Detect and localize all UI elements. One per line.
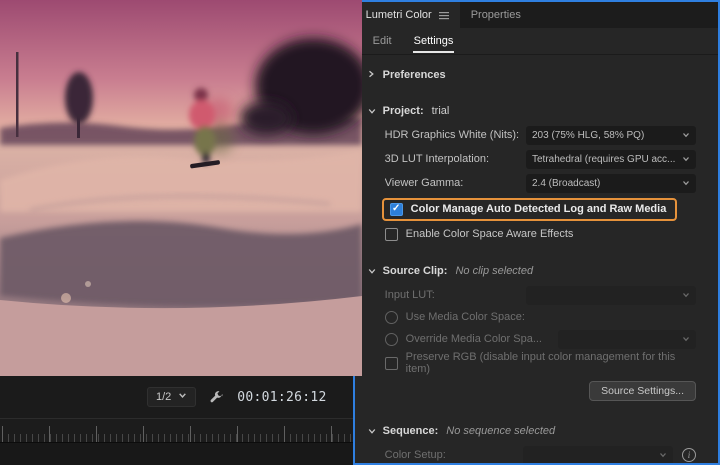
color-setup-row: Color Setup: i bbox=[367, 443, 696, 463]
panel-tab-bar: Lumetri Color Properties bbox=[354, 2, 718, 28]
chevron-down-icon bbox=[655, 451, 667, 459]
radio-use-media-color-space[interactable] bbox=[384, 310, 398, 324]
source-settings-button[interactable]: Source Settings... bbox=[589, 381, 696, 401]
hdr-white-dropdown[interactable]: 203 (75% HLG, 58% PQ) bbox=[526, 125, 696, 145]
chevron-down-icon bbox=[365, 107, 377, 115]
override-dropdown[interactable] bbox=[558, 329, 696, 349]
source-clip-label: Source Clip: bbox=[382, 265, 448, 277]
tab-settings[interactable]: Settings bbox=[412, 30, 455, 53]
section-source-clip[interactable]: Source Clip: No clip selected bbox=[367, 259, 696, 283]
radio-override-color-space[interactable] bbox=[384, 332, 398, 346]
aware-effects-label: Enable Color Space Aware Effects bbox=[405, 228, 574, 240]
setting-row-lut-interpolation: 3D LUT Interpolation: Tetrahedral (requi… bbox=[367, 147, 696, 171]
chevron-down-icon bbox=[678, 335, 690, 343]
override-label: Override Media Color Spa... bbox=[405, 333, 542, 345]
input-lut-label: Input LUT: bbox=[384, 289, 435, 301]
premiere-window: 1/2 00:01:26:12 Lumetri Color Properties… bbox=[0, 0, 720, 465]
color-setup-label: Color Setup: bbox=[384, 449, 446, 461]
check-icon: ✓ bbox=[391, 203, 401, 214]
sequence-status: No sequence selected bbox=[446, 425, 556, 437]
chevron-down-icon bbox=[678, 131, 690, 139]
chevron-down-icon bbox=[178, 391, 187, 403]
info-icon[interactable]: i bbox=[682, 448, 696, 462]
lumetri-color-panel: Lumetri Color Properties Edit Settings P… bbox=[352, 0, 720, 465]
timeline-ruler[interactable] bbox=[0, 418, 353, 443]
color-manage-row: ✓ Color Manage Auto Detected Log and Raw… bbox=[367, 195, 696, 223]
hdr-white-value: 203 (75% HLG, 58% PQ) bbox=[532, 129, 645, 141]
settings-panel-body: Preferences Project: trial HDR Graphics … bbox=[355, 55, 718, 463]
chevron-down-icon bbox=[365, 427, 377, 435]
sequence-label: Sequence: bbox=[382, 425, 439, 437]
viewer-gamma-dropdown[interactable]: 2.4 (Broadcast) bbox=[526, 173, 696, 193]
monitor-footer bbox=[0, 443, 353, 465]
settings-wrench-icon[interactable] bbox=[209, 390, 224, 405]
chevron-down-icon bbox=[678, 291, 690, 299]
tab-properties-label: Properties bbox=[470, 9, 521, 21]
tab-edit[interactable]: Edit bbox=[372, 30, 393, 53]
checkbox-color-manage[interactable]: ✓ bbox=[389, 202, 403, 216]
tab-lumetri-color[interactable]: Lumetri Color bbox=[354, 2, 460, 28]
preserve-rgb-row: Preserve RGB (disable input color manage… bbox=[367, 351, 696, 375]
color-manage-label: Color Manage Auto Detected Log and Raw M… bbox=[410, 203, 667, 215]
zoom-level-select[interactable]: 1/2 bbox=[146, 387, 197, 407]
tab-lumetri-label: Lumetri Color bbox=[365, 9, 432, 21]
project-label: Project: bbox=[382, 105, 424, 117]
lumetri-subtabs: Edit Settings bbox=[354, 28, 718, 55]
chevron-down-icon bbox=[678, 179, 690, 187]
video-preview bbox=[0, 0, 362, 376]
project-name: trial bbox=[431, 105, 450, 117]
preserve-rgb-label: Preserve RGB (disable input color manage… bbox=[405, 351, 676, 375]
checkbox-preserve-rgb[interactable] bbox=[384, 356, 398, 370]
transport-bar: 1/2 00:01:26:12 bbox=[0, 376, 353, 418]
tab-properties[interactable]: Properties bbox=[460, 2, 532, 28]
use-media-row: Use Media Color Space: bbox=[367, 307, 696, 327]
chevron-right-icon bbox=[367, 69, 375, 81]
chevron-down-icon bbox=[365, 267, 377, 275]
checkbox-aware-effects[interactable] bbox=[384, 227, 398, 241]
section-preferences[interactable]: Preferences bbox=[367, 63, 696, 87]
section-sequence[interactable]: Sequence: No sequence selected bbox=[367, 419, 696, 443]
setting-row-viewer-gamma: Viewer Gamma: 2.4 (Broadcast) bbox=[367, 171, 696, 195]
lut-interpolation-value: Tetrahedral (requires GPU acc... bbox=[532, 153, 676, 165]
viewer-gamma-value: 2.4 (Broadcast) bbox=[532, 177, 601, 189]
chevron-down-icon bbox=[678, 155, 690, 163]
source-settings-row: Source Settings... bbox=[367, 375, 696, 405]
zoom-level-value: 1/2 bbox=[155, 391, 172, 403]
panel-menu-icon[interactable] bbox=[438, 11, 449, 20]
section-project[interactable]: Project: trial bbox=[367, 99, 696, 123]
use-media-label: Use Media Color Space: bbox=[405, 311, 525, 323]
input-lut-dropdown[interactable] bbox=[526, 285, 696, 305]
lut-interpolation-label: 3D LUT Interpolation: bbox=[384, 153, 490, 165]
viewer-gamma-label: Viewer Gamma: bbox=[384, 177, 464, 189]
program-monitor: 1/2 00:01:26:12 bbox=[0, 0, 362, 465]
source-clip-status: No clip selected bbox=[455, 265, 534, 277]
highlight-box: ✓ Color Manage Auto Detected Log and Raw… bbox=[381, 197, 678, 221]
input-lut-row: Input LUT: bbox=[367, 283, 696, 307]
hdr-white-label: HDR Graphics White (Nits): bbox=[384, 129, 520, 141]
override-row: Override Media Color Spa... bbox=[367, 327, 696, 351]
aware-effects-row: Enable Color Space Aware Effects bbox=[367, 223, 696, 245]
lut-interpolation-dropdown[interactable]: Tetrahedral (requires GPU acc... bbox=[526, 149, 696, 169]
color-setup-dropdown[interactable] bbox=[523, 445, 673, 463]
preferences-label: Preferences bbox=[382, 69, 446, 81]
skatepark-video-frame bbox=[0, 0, 362, 376]
current-timecode[interactable]: 00:01:26:12 bbox=[237, 390, 326, 405]
setting-row-hdr-white: HDR Graphics White (Nits): 203 (75% HLG,… bbox=[367, 123, 696, 147]
